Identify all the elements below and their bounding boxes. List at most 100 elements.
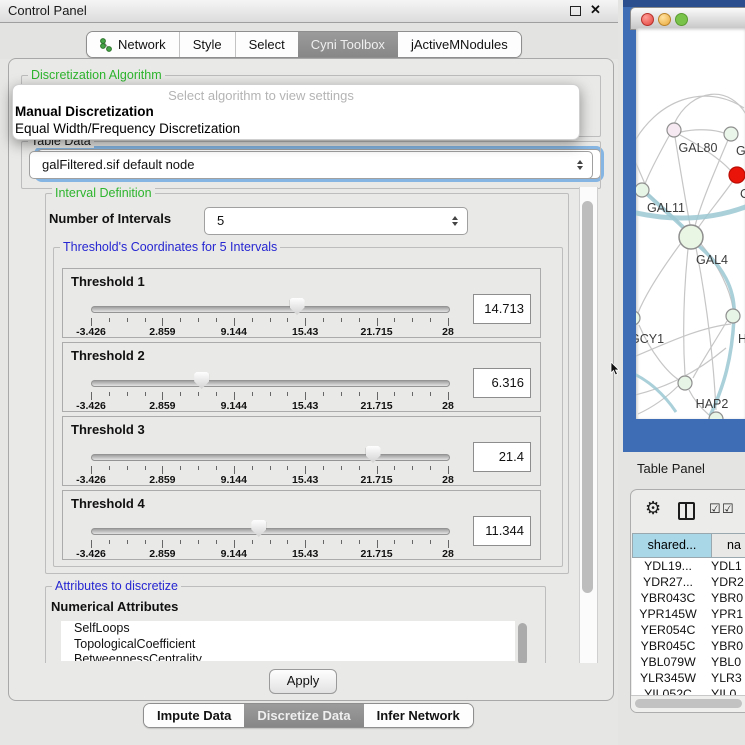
network-node-h[interactable] <box>726 309 740 323</box>
close-icon[interactable]: ✕ <box>590 2 601 18</box>
table-data-select[interactable]: galFiltered.sif default node <box>29 151 593 179</box>
table-toolbar: ⚙ ☑ ☑ <box>631 490 745 532</box>
tab-jactivemnodules[interactable]: jActiveMNodules <box>398 32 521 57</box>
tick-label: 9.144 <box>221 474 247 486</box>
numerical-attributes-list[interactable]: SelfLoopsTopologicalCoefficientBetweenne… <box>61 621 515 661</box>
threshold-slider-track[interactable] <box>91 306 450 313</box>
tab-discretize-data[interactable]: Discretize Data <box>244 704 363 727</box>
attribute-list-item[interactable]: SelfLoops <box>61 621 515 637</box>
slider-ticks <box>91 392 449 400</box>
tick-mark <box>305 540 306 548</box>
dropdown-option-manual-discretization[interactable]: Manual Discretization <box>15 104 154 119</box>
tick-mark <box>448 540 449 548</box>
tick-label: 9.144 <box>221 400 247 412</box>
cell-name[interactable]: YBL0 <box>704 654 745 670</box>
attributes-list-scrollbar[interactable] <box>518 623 527 663</box>
zoom-traffic-light-icon[interactable] <box>675 13 688 26</box>
combo-arrows-icon <box>577 160 583 170</box>
threshold-value-field[interactable]: 6.316 <box>473 368 531 398</box>
network-window-titlebar[interactable] <box>630 7 745 30</box>
table-row[interactable]: YLR345WYLR3 <box>632 670 745 686</box>
checkbox-icon[interactable]: ☑ <box>722 501 734 517</box>
tab-impute-data[interactable]: Impute Data <box>144 704 244 727</box>
table-panel-titlebar: Table Panel <box>620 452 745 487</box>
tick-mark <box>234 318 235 326</box>
threshold-slider-track[interactable] <box>91 454 450 461</box>
panel-scrollbar-thumb[interactable] <box>582 201 593 593</box>
tick-mark <box>359 466 360 470</box>
tab-style[interactable]: Style <box>179 32 235 57</box>
tab-cyni-toolbox[interactable]: Cyni Toolbox <box>298 32 398 57</box>
tick-mark <box>430 466 431 470</box>
tick-mark <box>341 392 342 396</box>
network-node-gal4[interactable] <box>679 225 703 249</box>
tick-mark <box>448 466 449 474</box>
threshold-value-field[interactable]: 21.4 <box>473 442 531 472</box>
table-row[interactable]: YPR145WYPR1 <box>632 606 745 622</box>
network-node-ga[interactable] <box>724 127 738 141</box>
cell-shared-name[interactable]: YBR043C <box>632 590 704 606</box>
cell-name[interactable]: YER0 <box>704 622 745 638</box>
apply-button[interactable]: Apply <box>269 669 337 694</box>
table-row[interactable]: YDL19...YDL1 <box>632 558 745 574</box>
threshold-slider-track[interactable] <box>91 380 450 387</box>
network-node-label: GAL80 <box>679 141 718 155</box>
network-node-gal11[interactable] <box>636 183 649 197</box>
network-node-label: GAL4 <box>696 253 728 267</box>
threshold-value-field[interactable]: 11.344 <box>473 516 531 546</box>
tab-infer-network[interactable]: Infer Network <box>364 704 473 727</box>
float-window-icon[interactable] <box>570 6 581 16</box>
cell-shared-name[interactable]: YDL19... <box>632 558 704 574</box>
tick-mark <box>91 318 92 326</box>
checkbox-icon[interactable]: ☑ <box>709 501 721 517</box>
tab-label: Infer Network <box>377 708 460 723</box>
cell-shared-name[interactable]: YPR145W <box>632 606 704 622</box>
cell-name[interactable]: YDL1 <box>704 558 745 574</box>
discretization-algorithm-legend: Discretization Algorithm <box>28 68 165 82</box>
table-hscrollbar[interactable] <box>631 695 745 712</box>
cell-shared-name[interactable]: YER054C <box>632 622 704 638</box>
cell-shared-name[interactable]: YBR045C <box>632 638 704 654</box>
attribute-list-item[interactable]: TopologicalCoefficient <box>61 637 515 653</box>
network-node-hap2[interactable] <box>678 376 692 390</box>
minimize-traffic-light-icon[interactable] <box>658 13 671 26</box>
threshold-label: Threshold 4 <box>71 496 145 511</box>
dropdown-placeholder-option[interactable]: Select algorithm to view settings <box>13 88 509 103</box>
tick-mark <box>305 392 306 400</box>
cell-name[interactable]: YPR1 <box>704 606 745 622</box>
close-traffic-light-icon[interactable] <box>641 13 654 26</box>
table-row[interactable]: YBR043CYBR0 <box>632 590 745 606</box>
attribute-list-item[interactable]: BetweennessCentrality <box>61 652 515 661</box>
cell-shared-name[interactable]: YLR345W <box>632 670 704 686</box>
cyni-toolbox-panel: Discretization Algorithm Table Data galF… <box>8 58 614 701</box>
cell-name[interactable]: YBR0 <box>704 590 745 606</box>
panel-scrollbar[interactable] <box>579 187 598 663</box>
network-node-gal80[interactable] <box>667 123 681 137</box>
table-row[interactable]: YBL079WYBL0 <box>632 654 745 670</box>
tab-network[interactable]: Network <box>87 32 179 57</box>
number-of-intervals-select[interactable]: 5 <box>204 207 468 235</box>
threshold-slider-track[interactable] <box>91 528 450 535</box>
gear-icon[interactable]: ⚙ <box>645 498 661 519</box>
table-row[interactable]: YER054CYER0 <box>632 622 745 638</box>
tick-mark <box>305 318 306 326</box>
tab-select[interactable]: Select <box>235 32 298 57</box>
network-canvas[interactable]: GAL80GACGAL11GAL4GCY1HHAP2 <box>636 28 745 419</box>
interval-definition-legend: Interval Definition <box>52 187 155 200</box>
threshold-value-field[interactable]: 14.713 <box>473 294 531 324</box>
dropdown-option-equal-width[interactable]: Equal Width/Frequency Discretization <box>15 121 240 136</box>
cell-shared-name[interactable]: YBL079W <box>632 654 704 670</box>
column-header-shared[interactable]: shared... <box>632 533 712 558</box>
network-node-gcy1[interactable] <box>636 311 640 325</box>
table-hscrollbar-thumb[interactable] <box>635 699 742 708</box>
cell-name[interactable]: YDR2 <box>704 574 745 590</box>
cell-shared-name[interactable]: YDR27... <box>632 574 704 590</box>
split-view-icon[interactable] <box>678 502 695 520</box>
table-row[interactable]: YDR27...YDR2 <box>632 574 745 590</box>
network-node-c[interactable] <box>729 167 745 183</box>
column-header-name[interactable]: na <box>712 533 745 558</box>
cell-name[interactable]: YBR0 <box>704 638 745 654</box>
tab-label: Cyni Toolbox <box>311 37 385 52</box>
table-row[interactable]: YBR045CYBR0 <box>632 638 745 654</box>
cell-name[interactable]: YLR3 <box>704 670 745 686</box>
